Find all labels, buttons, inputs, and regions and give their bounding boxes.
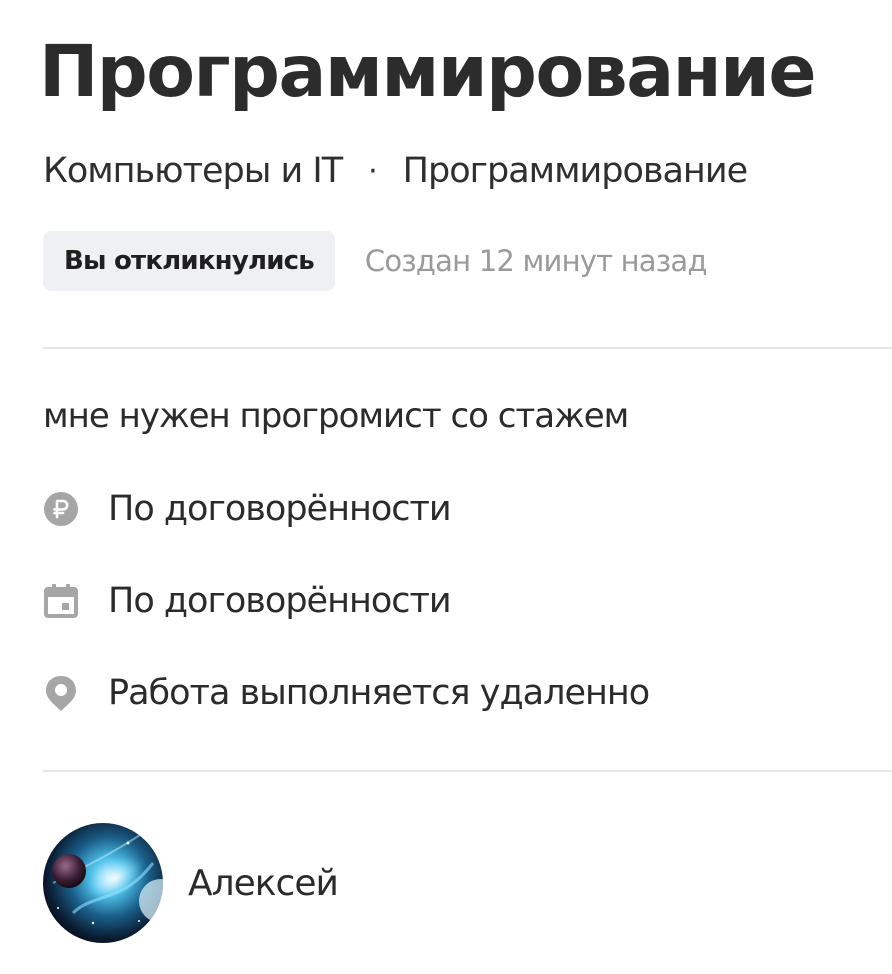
deadline-text: По договорённости — [108, 581, 452, 621]
calendar-icon — [43, 581, 83, 621]
order-card: Программирование Компьютеры и IT · Прогр… — [39, 0, 892, 974]
breadcrumb-subcategory[interactable]: Программирование — [403, 151, 748, 191]
breadcrumb-separator: · — [368, 153, 377, 189]
location-pin-icon — [43, 673, 83, 713]
deadline-row: По договорённости — [43, 575, 452, 627]
created-time: Создан 12 минут назад — [364, 244, 707, 278]
response-status-badge: Вы откликнулись — [43, 231, 335, 291]
status-row: Вы откликнулись Создан 12 минут назад — [43, 231, 707, 291]
location-text: Работа выполняется удаленно — [108, 673, 650, 713]
avatar[interactable] — [43, 823, 163, 943]
price-text: По договорённости — [108, 489, 452, 529]
breadcrumb: Компьютеры и IT · Программирование — [43, 146, 748, 196]
location-row: Работа выполняется удаленно — [43, 667, 650, 719]
order-description: мне нужен прогромист со стажем — [43, 396, 629, 436]
author-row[interactable]: Алексей — [43, 823, 339, 943]
divider — [43, 770, 892, 772]
price-row: По договорённости — [43, 483, 452, 535]
breadcrumb-category[interactable]: Компьютеры и IT — [43, 151, 343, 191]
divider — [43, 347, 892, 349]
author-name[interactable]: Алексей — [188, 863, 339, 904]
page-title: Программирование — [39, 30, 817, 113]
ruble-icon — [43, 489, 83, 529]
